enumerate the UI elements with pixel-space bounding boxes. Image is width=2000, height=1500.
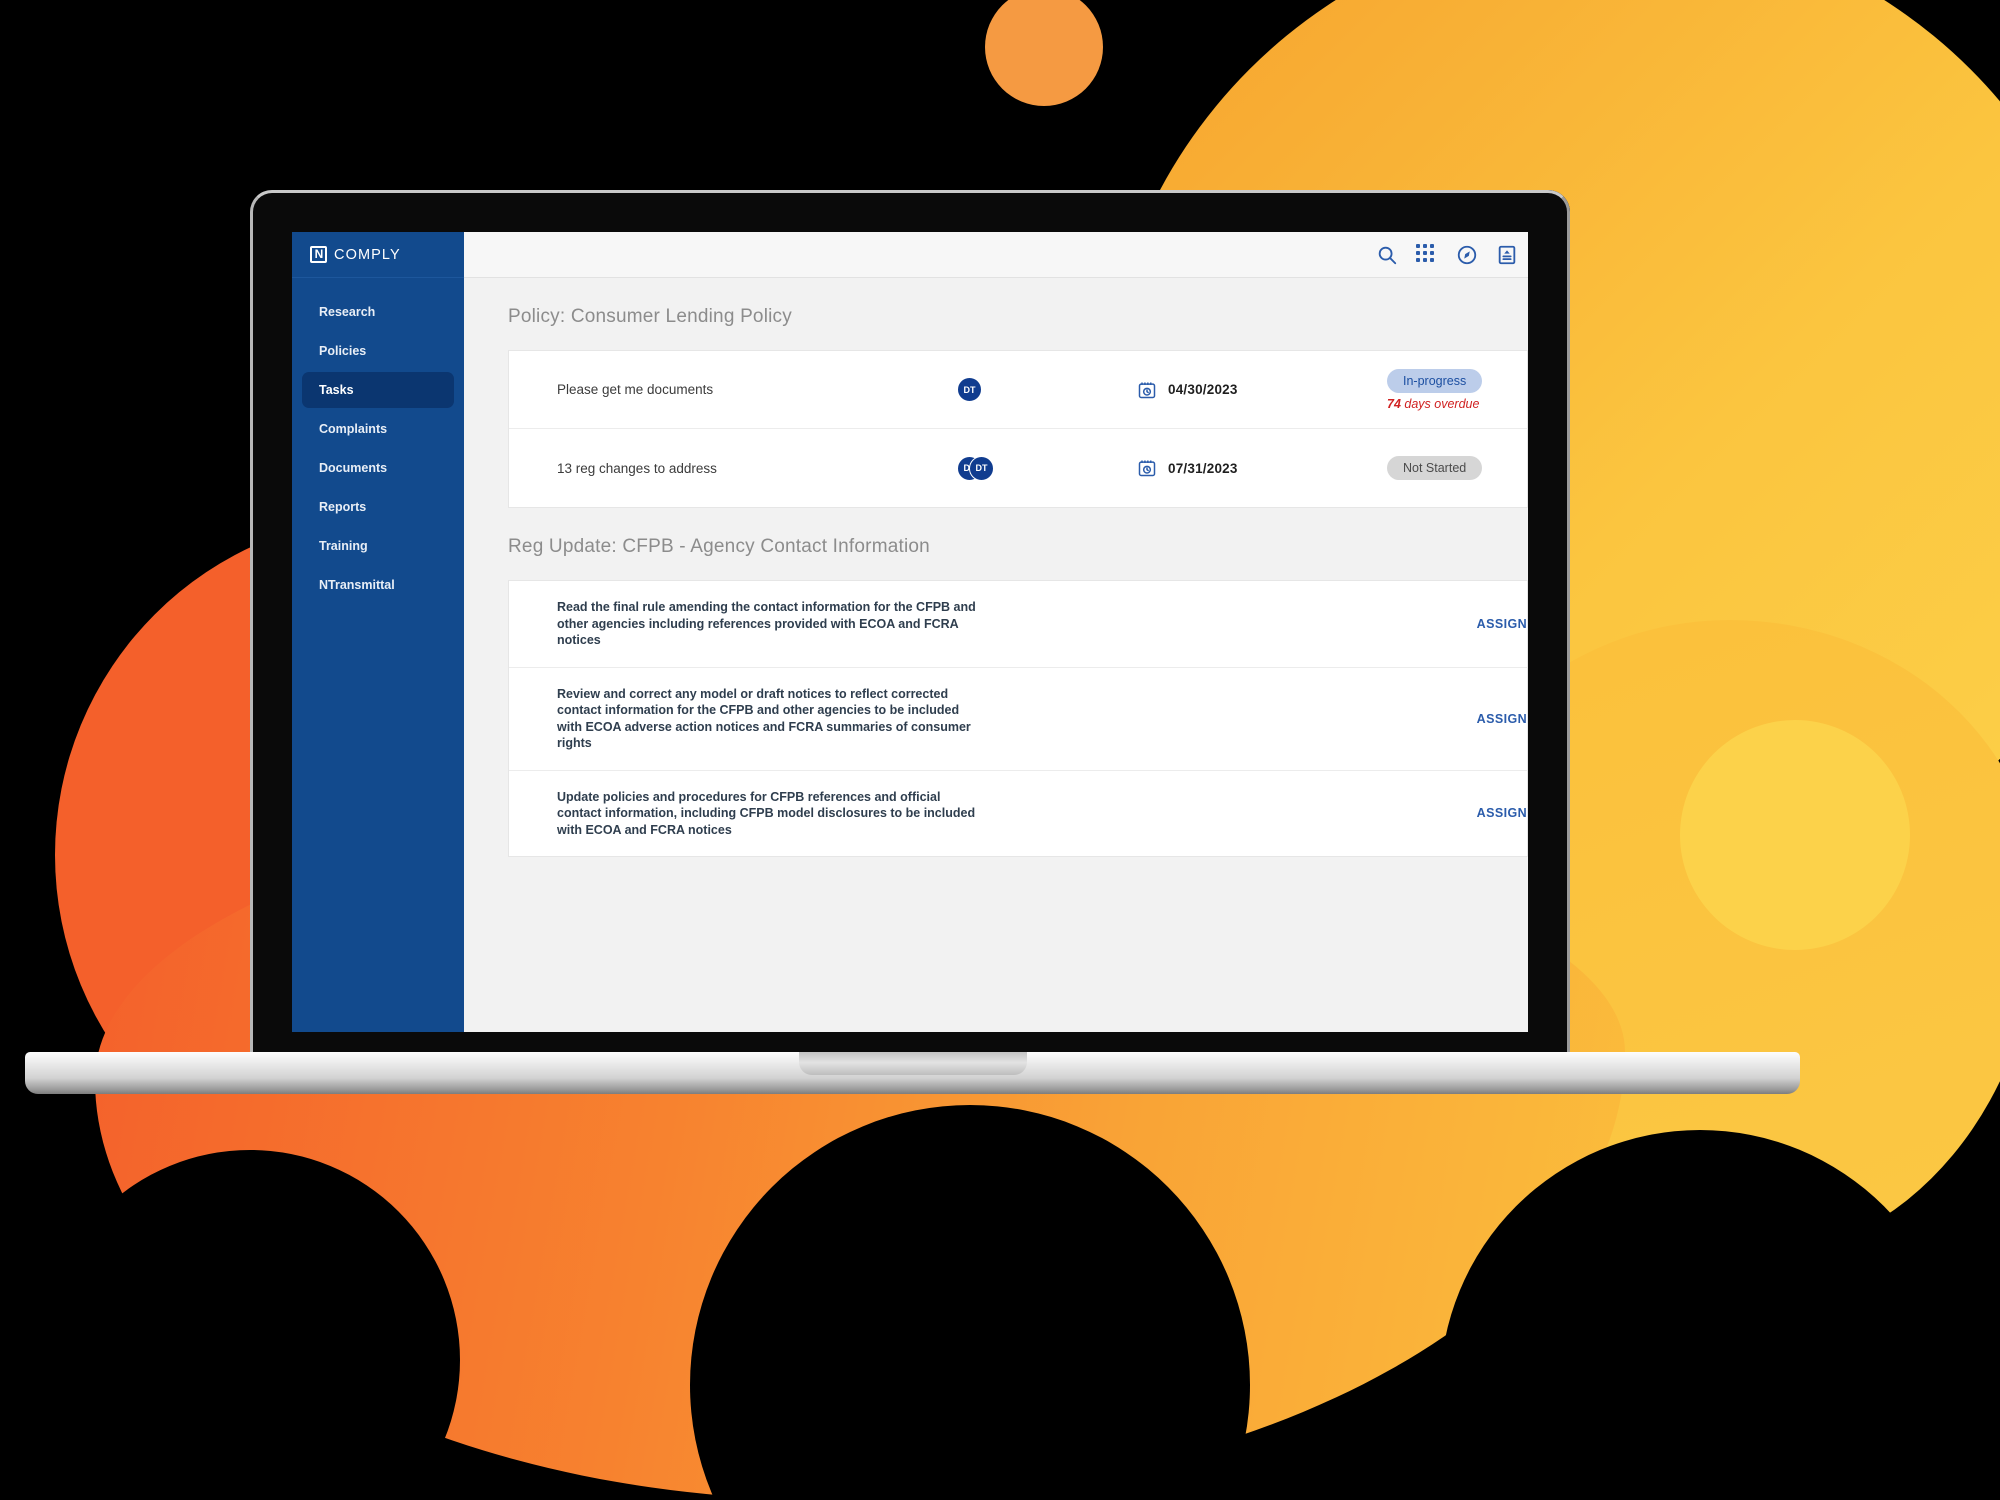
task-title: 13 reg changes to address [557,460,717,476]
policy-task-card: Please get me documents DT 04/30/2023 In… [508,350,1528,508]
sidebar-item-documents[interactable]: Documents [302,450,454,486]
sidebar-item-complaints[interactable]: Complaints [302,411,454,447]
task-title: Please get me documents [557,382,714,397]
laptop-lid: N COMPLY Research Policies Tasks Complai… [250,190,1570,1060]
task-status-cell: In-progress 74 days overdue [1387,368,1527,411]
task-date-value: 07/31/2023 [1168,460,1238,476]
task-assignees[interactable]: DT [957,377,1137,402]
status-badge: In-progress [1387,368,1483,393]
assign-button[interactable]: ASSIGN [1477,806,1527,820]
laptop-base [25,1052,1800,1094]
assign-button[interactable]: ASSIGN [1477,617,1527,631]
sidebar-item-tasks[interactable]: Tasks [302,372,454,408]
apps-grid-icon[interactable] [1416,243,1438,266]
reg-update-card: Read the final rule amending the contact… [508,580,1528,857]
reg-item-text: Review and correct any model or draft no… [557,686,971,751]
avatar: DT [957,377,982,402]
status-badge: Not Started [1387,456,1483,480]
brand-logo[interactable]: N COMPLY [292,232,464,278]
calendar-clock-icon [1138,460,1156,477]
decorative-circle-orange-top [985,0,1103,106]
brand-mark-icon: N [310,246,327,263]
task-due-date: 07/31/2023 [1137,458,1387,478]
laptop-mockup: N COMPLY Research Policies Tasks Complai… [25,190,1800,1094]
sidebar-item-training[interactable]: Training [302,528,454,564]
sidebar-item-reports[interactable]: Reports [302,489,454,525]
task-date-value: 04/30/2023 [1168,382,1238,397]
list-item[interactable]: Update policies and procedures for CFPB … [509,771,1527,857]
sidebar-item-research[interactable]: Research [302,294,454,330]
reg-item-text: Update policies and procedures for CFPB … [557,789,976,837]
table-row[interactable]: 13 reg changes to address DT DT [509,429,1527,507]
sidebar: N COMPLY Research Policies Tasks Complai… [292,232,464,1032]
laptop-base-notch [798,1052,1027,1075]
main-area: Policy: Consumer Lending Policy Please g… [464,232,1528,1032]
content-scroll: Policy: Consumer Lending Policy Please g… [464,278,1528,857]
avatar: DT [969,455,994,481]
decorative-circle-yellow-small [1680,720,1910,950]
app-screen: N COMPLY Research Policies Tasks Complai… [292,232,1528,1032]
task-assignees[interactable]: DT DT [957,455,1137,481]
page-stage: N COMPLY Research Policies Tasks Complai… [0,0,2000,1500]
top-bar [464,232,1528,278]
calendar-clock-icon [1138,382,1156,398]
task-status-cell: Not Started [1387,456,1527,480]
document-export-icon[interactable] [1496,244,1518,266]
overdue-label: 74 days overdue [1387,397,1479,411]
sidebar-item-policies[interactable]: Policies [302,333,454,369]
overdue-text: days overdue [1404,396,1480,411]
search-icon[interactable] [1376,244,1398,266]
assign-button[interactable]: ASSIGN [1477,712,1527,726]
brand-name: COMPLY [334,246,401,263]
compass-icon[interactable] [1456,244,1478,266]
list-item[interactable]: Read the final rule amending the contact… [509,581,1527,668]
table-row[interactable]: Please get me documents DT 04/30/2023 In… [509,351,1527,429]
sidebar-nav: Research Policies Tasks Complaints Docum… [292,278,464,603]
sidebar-item-ntransmittal[interactable]: NTransmittal [302,567,454,603]
overdue-count: 74 [1387,396,1401,411]
reg-item-text: Read the final rule amending the contact… [557,600,976,647]
reg-section-title: Reg Update: CFPB - Agency Contact Inform… [508,536,930,557]
task-due-date: 04/30/2023 [1137,380,1387,400]
policy-section-title: Policy: Consumer Lending Policy [508,306,792,327]
list-item[interactable]: Review and correct any model or draft no… [509,668,1527,771]
